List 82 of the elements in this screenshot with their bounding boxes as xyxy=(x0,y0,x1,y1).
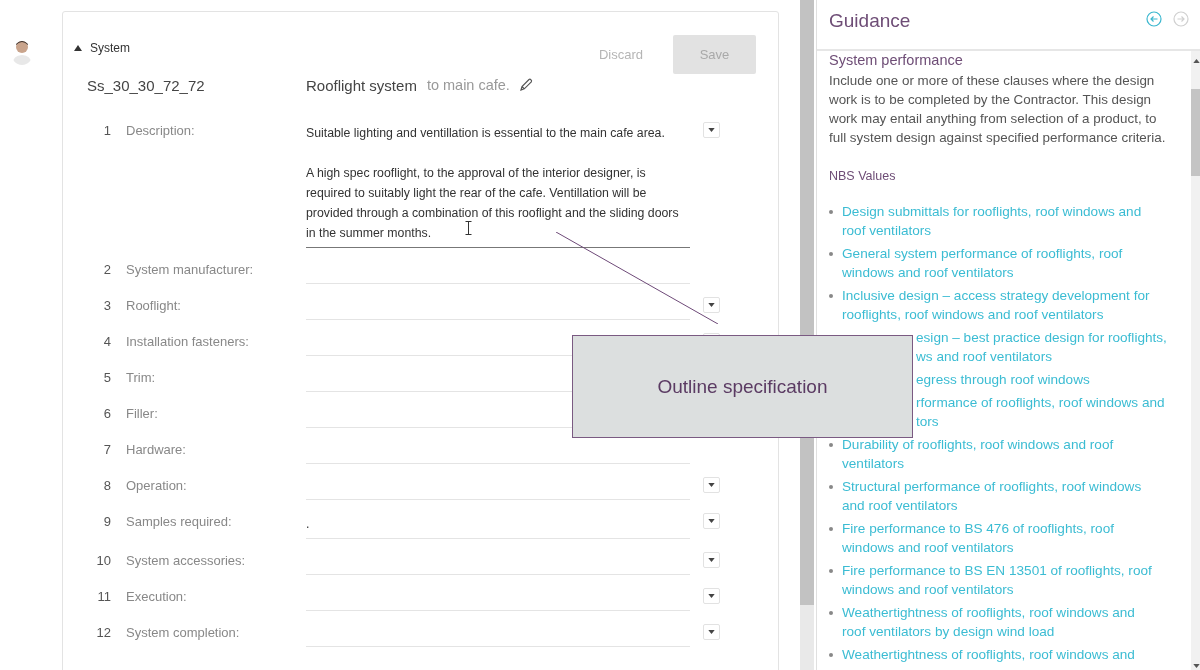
bullet-icon xyxy=(829,611,833,615)
save-button[interactable]: Save xyxy=(673,35,756,74)
system-name: Rooflight system xyxy=(306,76,417,94)
section-toggle[interactable]: System xyxy=(74,41,130,55)
field-label: System accessories: xyxy=(126,552,247,568)
field-label: Trim: xyxy=(126,369,157,385)
field-label: Execution: xyxy=(126,588,188,604)
bullet-icon xyxy=(829,210,833,214)
field-label: Samples required: xyxy=(126,513,233,529)
guidance-link[interactable]: esign – best practice design for rooflights, xyxy=(916,328,1167,347)
caret-icon xyxy=(708,483,715,487)
scroll-down-icon[interactable] xyxy=(1193,664,1200,668)
clause-number: 4 xyxy=(102,333,111,349)
caret-icon xyxy=(708,128,715,132)
system-code: Ss_30_30_72_72 xyxy=(87,76,206,94)
field-label: Hardware: xyxy=(126,441,187,457)
bullet-icon xyxy=(829,653,833,657)
clause-number: 10 xyxy=(95,552,111,568)
clause-number: 12 xyxy=(95,624,111,640)
guidance-link[interactable]: Weathertightness of rooflights, roof windows and xyxy=(842,645,1135,664)
dropdown-button[interactable] xyxy=(703,122,720,138)
caret-icon xyxy=(708,303,715,307)
clause-number: 8 xyxy=(102,477,111,493)
field-label: Filler: xyxy=(126,405,159,421)
discard-link[interactable]: Discard xyxy=(588,47,653,62)
bullet-icon xyxy=(829,569,833,573)
dropdown-button[interactable] xyxy=(703,588,720,604)
clause-number: 6 xyxy=(102,405,111,421)
guidance-link[interactable]: Fire performance to BS EN 13501 of rooflights, roof windows and roof ventilators xyxy=(842,561,1154,599)
avatar-icon xyxy=(11,39,33,65)
text-cursor-icon xyxy=(465,221,472,235)
guidance-link[interactable]: ws and roof ventilators xyxy=(916,347,1052,366)
field-label: System manufacturer: xyxy=(126,261,255,277)
guidance-link[interactable]: Fire performance to BS 476 of rooflights, roof windows and roof ventilators xyxy=(842,519,1154,557)
caret-icon xyxy=(708,594,715,598)
caret-icon xyxy=(708,630,715,634)
bullet-icon xyxy=(829,485,833,489)
panel-title: Guidance xyxy=(829,10,911,32)
clause-number: 2 xyxy=(102,261,111,277)
clause-number: 7 xyxy=(102,441,111,457)
dropdown-button[interactable] xyxy=(703,552,720,568)
subheading: NBS Values xyxy=(829,169,897,183)
guidance-link[interactable]: rformance of rooflights, roof windows and xyxy=(916,393,1165,412)
system-name-suffix: to main cafe. xyxy=(426,77,510,93)
guidance-link[interactable]: Design submittals for rooflights, roof windows and roof ventilators xyxy=(842,202,1154,240)
guidance-text: Include one or more of these clauses where the design work is to be completed by the Contractor. This design work may entail anything from selection of a product, to full system design against specified performance criteria. xyxy=(829,72,1167,147)
scroll-up-icon[interactable] xyxy=(1193,59,1200,63)
callout-tooltip: Outline specification xyxy=(572,335,913,438)
bullet-icon xyxy=(829,252,833,256)
field-label: Installation fasteners: xyxy=(126,333,250,349)
field-label: Operation: xyxy=(126,477,188,493)
caret-icon xyxy=(708,519,715,523)
section-heading: System performance xyxy=(829,52,964,68)
dropdown-button[interactable] xyxy=(703,297,720,313)
caret-icon xyxy=(708,558,715,562)
dropdown-button[interactable] xyxy=(703,513,720,529)
clause-number: 3 xyxy=(102,297,111,313)
guidance-link[interactable]: Structural performance of rooflights, roof windows and roof ventilators xyxy=(842,477,1154,515)
back-icon[interactable] xyxy=(1146,11,1162,27)
field-label: Description: xyxy=(126,122,196,138)
scrollbar[interactable] xyxy=(1190,51,1200,670)
input-field[interactable]: Suitable lighting and ventillation is essential to the main cafe area. A high spec rooflight, to the approval of the interior designer, is required to suitably light the rear of the cafe. Ventillation will be provided through a combination of this rooflight and the sliding doors in the summer months. xyxy=(306,109,690,248)
bullet-icon xyxy=(829,443,833,447)
bullet-icon xyxy=(829,527,833,531)
field-label: System completion: xyxy=(126,624,241,640)
dropdown-button[interactable] xyxy=(703,624,720,640)
field-label: Rooflight: xyxy=(126,297,182,313)
guidance-link[interactable]: Durability of rooflights, roof windows and roof ventilators xyxy=(842,435,1154,473)
input-field[interactable]: . xyxy=(306,500,690,539)
guidance-link[interactable]: egress through roof windows xyxy=(916,370,1090,389)
guidance-link[interactable]: General system performance of rooflights, roof windows and roof ventilators xyxy=(842,244,1154,282)
bullet-icon xyxy=(829,294,833,298)
guidance-link[interactable]: tors xyxy=(916,412,939,431)
clause-number: 1 xyxy=(102,122,111,138)
dropdown-button[interactable] xyxy=(703,477,720,493)
clause-number: 5 xyxy=(102,369,111,385)
scrollbar-thumb[interactable] xyxy=(1190,89,1200,176)
clause-number: 11 xyxy=(96,588,111,604)
guidance-link[interactable]: Weathertightness of rooflights, roof windows and roof ventilators by design wind load xyxy=(842,603,1154,641)
caret-icon xyxy=(74,45,82,51)
edit-icon[interactable] xyxy=(518,78,533,92)
clause-number: 9 xyxy=(102,513,111,529)
